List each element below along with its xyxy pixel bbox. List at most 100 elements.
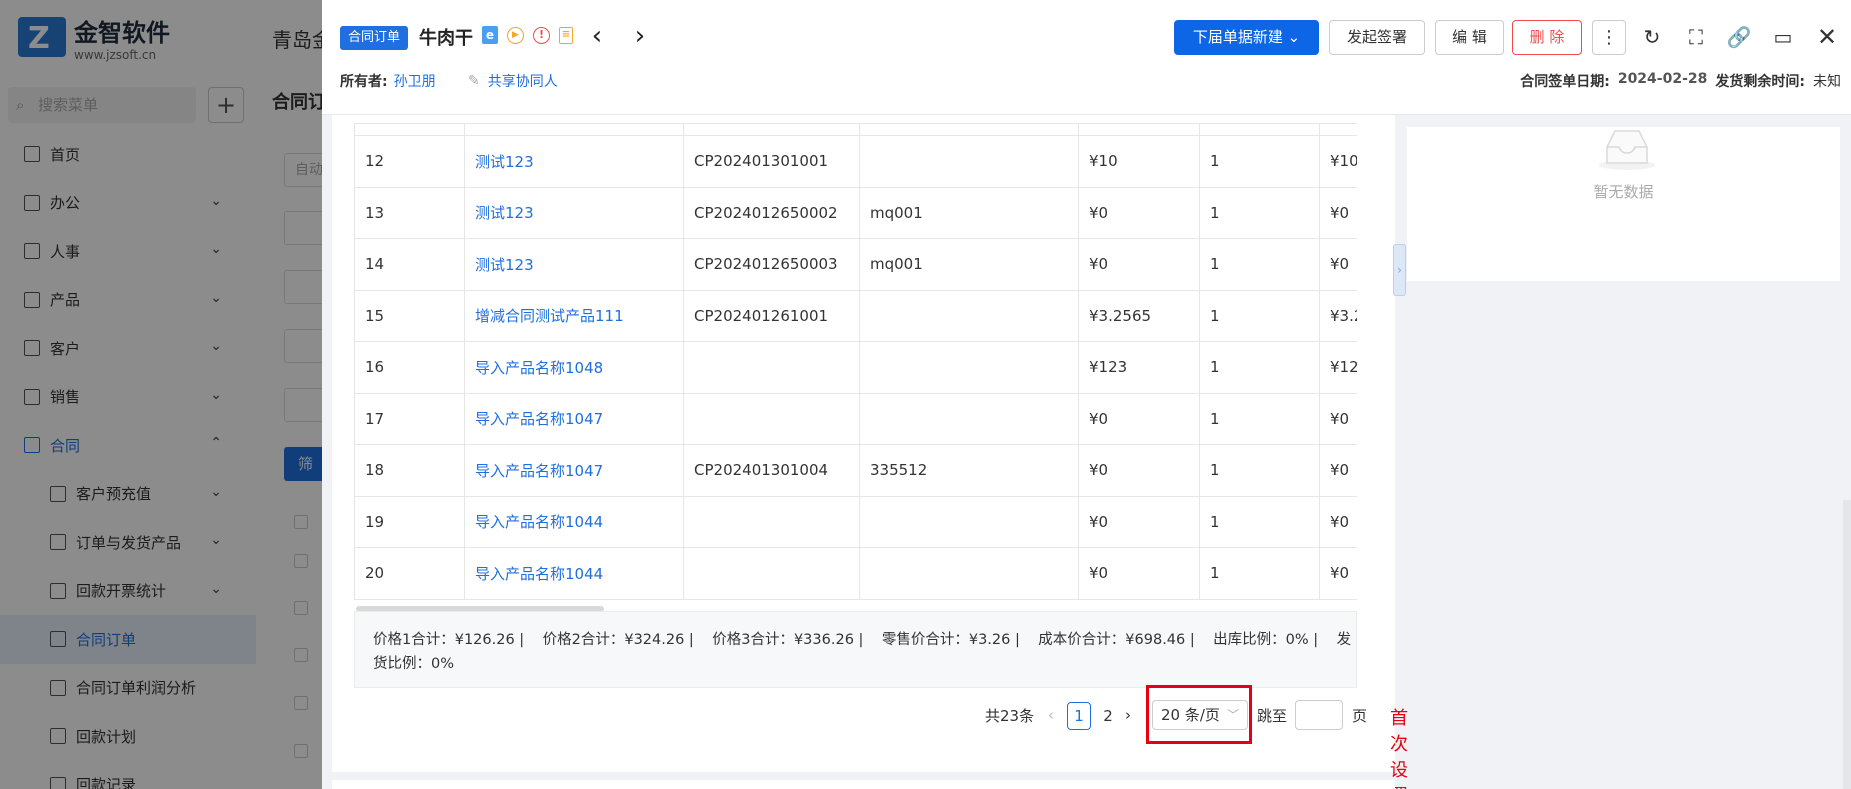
next-section: [332, 780, 1395, 789]
link-icon[interactable]: 🔗: [1721, 20, 1757, 55]
cell-name[interactable]: 测试123: [464, 135, 684, 188]
laptop-icon[interactable]: ▭: [1765, 20, 1801, 55]
edit-button[interactable]: 编 辑: [1435, 20, 1504, 55]
cell-spec: [859, 392, 1079, 445]
cell-extra: ¥0: [1319, 495, 1357, 548]
cell-qty: 1: [1199, 238, 1320, 291]
cell-spec: [859, 341, 1079, 394]
cell-code: CP2024012650002: [683, 186, 860, 239]
cell-spec: [859, 495, 1079, 548]
clipboard-icon[interactable]: ≡: [559, 26, 573, 44]
file-icon[interactable]: e: [482, 26, 498, 44]
cell-no: 15: [354, 289, 465, 342]
highlight-box: [1146, 685, 1252, 744]
close-icon[interactable]: ✕: [1809, 20, 1845, 55]
cell-name[interactable]: 导入产品名称1047: [464, 444, 684, 497]
prev-record-arrow[interactable]: ‹: [585, 22, 609, 52]
cell-code: CP202401261001: [683, 289, 860, 342]
totals-summary: 价格1合计：¥126.26 | 价格2合计：¥324.26 | 价格3合计：¥3…: [354, 611, 1357, 688]
cell-price: ¥123: [1078, 341, 1200, 394]
cell-extra: ¥0: [1319, 444, 1357, 497]
fullscreen-icon[interactable]: ⛶: [1678, 20, 1714, 55]
cell-price: ¥0: [1078, 495, 1200, 548]
cell-price: ¥0: [1078, 444, 1200, 497]
date-info: 合同签单日期: 2024-02-28 发货剩余时间: 未知: [1520, 71, 1841, 91]
total-count: 共23条: [985, 706, 1035, 725]
cell-price: ¥0: [1078, 392, 1200, 445]
cell-code: CP202401301001: [683, 135, 860, 188]
cell-qty: 1: [1199, 547, 1320, 600]
record-title: 牛肉干: [419, 28, 473, 49]
cell-extra: ¥0: [1319, 186, 1357, 239]
delete-button[interactable]: 删 除: [1512, 20, 1582, 55]
drawer-header: 合同订单 牛肉干 e ▶ ! ≡ ‹ › 所有者: 孙卫朋 ✎ 共享协同人 下届…: [322, 0, 1851, 115]
create-downstream-button[interactable]: 下届单据新建 ⌄: [1174, 20, 1319, 55]
annotation-note: 首次设置: [1390, 708, 1408, 789]
cell-extra: ¥0: [1319, 238, 1357, 291]
cell-extra: ¥10: [1319, 135, 1357, 188]
totals-line: 价格1合计：¥126.26 | 价格2合计：¥324.26 | 价格3合计：¥3…: [373, 632, 1352, 648]
table-row: 12 测试123 CP202401301001 ¥10 1 ¥10: [354, 135, 1357, 188]
alert-icon[interactable]: !: [533, 26, 550, 44]
share-collaborators[interactable]: ✎ 共享协同人: [468, 71, 558, 91]
refresh-icon[interactable]: ↻: [1634, 20, 1670, 55]
cell-code: [683, 392, 860, 445]
cell-spec: 335512: [859, 444, 1079, 497]
cell-code: CP2024012650003: [683, 238, 860, 291]
cell-qty: 1: [1199, 341, 1320, 394]
cell-qty: 1: [1199, 186, 1320, 239]
empty-inbox-icon: [1599, 130, 1655, 170]
cell-price: ¥10: [1078, 135, 1200, 188]
play-icon[interactable]: ▶: [507, 26, 524, 44]
remaining-value: 未知: [1813, 74, 1841, 90]
more-icon[interactable]: ⋮: [1592, 20, 1626, 55]
cell-name[interactable]: 导入产品名称1044: [464, 495, 684, 548]
product-panel: 12 测试123 CP202401301001 ¥10 1 ¥10 13 测试123 CP202…: [332, 115, 1408, 789]
table-row: 20 导入产品名称1044 ¥0 1 ¥0: [354, 547, 1357, 600]
next-record-arrow[interactable]: ›: [628, 22, 652, 52]
table-row: 17 导入产品名称1047 ¥0 1 ¥0: [354, 392, 1357, 445]
table-row: 16 导入产品名称1048 ¥123 1 ¥12: [354, 341, 1357, 394]
detail-drawer: 合同订单 牛肉干 e ▶ ! ≡ ‹ › 所有者: 孙卫朋 ✎ 共享协同人 下届…: [322, 0, 1851, 789]
cell-extra: ¥0: [1319, 392, 1357, 445]
prev-page-icon[interactable]: ‹: [1048, 700, 1054, 730]
cell-name[interactable]: 测试123: [464, 238, 684, 291]
cell-name[interactable]: 导入产品名称1048: [464, 341, 684, 394]
cell-spec: [859, 135, 1079, 188]
owner-field: 所有者: 孙卫朋: [340, 71, 436, 91]
table-row: 15增减合同测试产品111CP202401261001 ¥3.25651¥3.2: [354, 289, 1357, 342]
cell-qty: 1: [1199, 495, 1320, 548]
cell-price: ¥0: [1078, 186, 1200, 239]
sign-button[interactable]: 发起签署: [1329, 20, 1425, 55]
empty-text: 暂无数据: [1593, 183, 1654, 201]
page-1[interactable]: 1: [1067, 702, 1091, 730]
cell-no: 18: [354, 444, 465, 497]
product-table[interactable]: 12 测试123 CP202401301001 ¥10 1 ¥10 13 测试123 CP202…: [354, 123, 1357, 603]
table-row-partial: [354, 123, 1357, 136]
collapse-panel-handle[interactable]: ›: [1393, 244, 1406, 296]
cell-no: 14: [354, 238, 465, 291]
cell-name[interactable]: 测试123: [464, 186, 684, 239]
sign-date-value: 2024-02-28: [1617, 71, 1708, 87]
page-unit: 页: [1352, 706, 1368, 725]
cell-qty: 1: [1199, 135, 1320, 188]
cell-name[interactable]: 导入产品名称1044: [464, 547, 684, 600]
cell-price: ¥3.2565: [1078, 289, 1200, 342]
cell-spec: [859, 289, 1079, 342]
page-2[interactable]: 2: [1098, 702, 1118, 730]
cell-name[interactable]: 导入产品名称1047: [464, 392, 684, 445]
cell-price: ¥0: [1078, 238, 1200, 291]
cell-spec: mq001: [859, 238, 1079, 291]
cell-name[interactable]: 增减合同测试产品111: [464, 289, 684, 342]
next-page-icon[interactable]: ›: [1125, 700, 1131, 730]
owner-name[interactable]: 孙卫朋: [394, 71, 436, 91]
cell-no: 17: [354, 392, 465, 445]
pen-icon: ✎: [468, 73, 480, 89]
owner-label: 所有者:: [340, 74, 388, 90]
jump-page-input[interactable]: [1295, 700, 1343, 730]
vertical-scrollbar[interactable]: [1843, 500, 1851, 789]
jump-label: 跳至: [1257, 706, 1288, 725]
share-label: 共享协同人: [487, 74, 558, 90]
cell-spec: [859, 547, 1079, 600]
cell-spec: mq001: [859, 186, 1079, 239]
